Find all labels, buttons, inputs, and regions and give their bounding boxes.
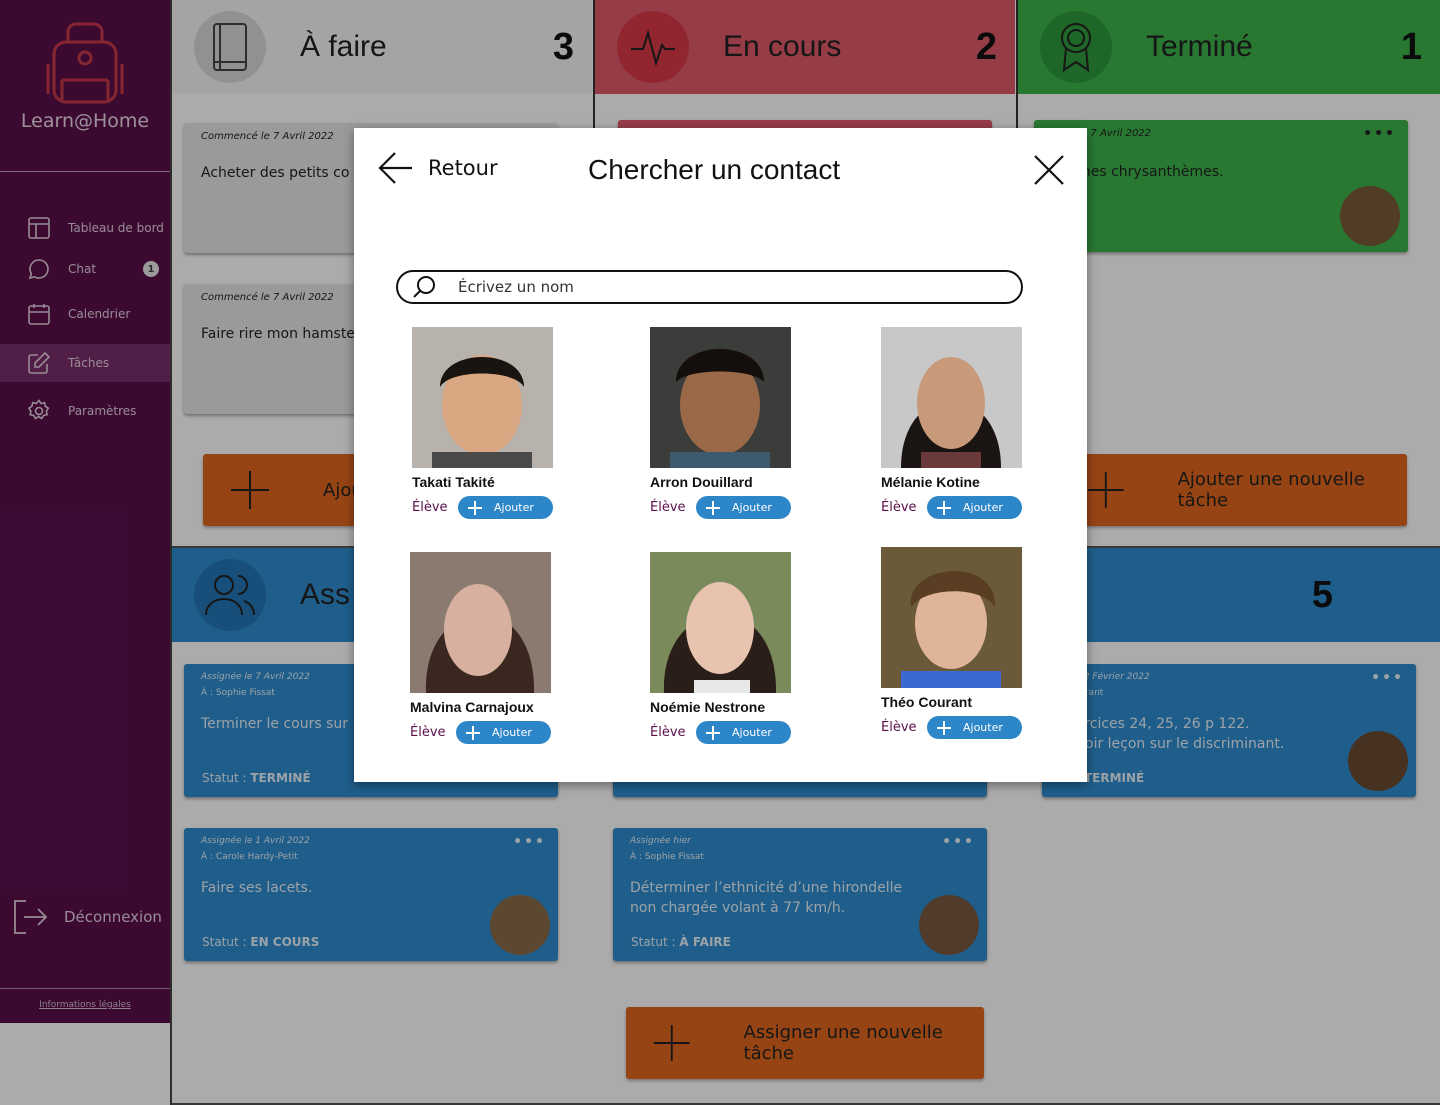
add-contact-button[interactable]: Ajouter	[927, 716, 1022, 739]
contact-card: Théo Courant Élève Ajouter	[881, 547, 1026, 739]
contact-card: Malvina Carnajoux Élève Ajouter	[410, 552, 555, 744]
add-contact-button[interactable]: Ajouter	[696, 721, 791, 744]
modal-title: Chercher un contact	[588, 154, 841, 185]
search-field[interactable]	[396, 270, 1023, 304]
contact-card: Takati Takité Élève Ajouter	[412, 327, 557, 519]
contact-role: Élève	[412, 500, 448, 515]
close-button[interactable]	[1033, 154, 1065, 190]
add-contact-button[interactable]: Ajouter	[696, 496, 791, 519]
plus-icon	[706, 500, 720, 515]
contact-name: Malvina Carnajoux	[410, 699, 534, 715]
contact-photo	[881, 327, 1022, 468]
contact-role: Élève	[881, 500, 917, 515]
contact-photo	[410, 552, 551, 693]
add-label: Ajouter	[494, 501, 534, 514]
contact-name: Théo Courant	[881, 694, 972, 710]
contact-name: Noémie Nestrone	[650, 699, 766, 715]
add-label: Ajouter	[963, 501, 1003, 514]
plus-icon	[466, 725, 480, 740]
add-contact-button[interactable]: Ajouter	[458, 496, 553, 519]
search-contact-modal: Retour Chercher un contact Takati Takité…	[354, 128, 1087, 782]
add-label: Ajouter	[732, 501, 772, 514]
add-label: Ajouter	[732, 726, 772, 739]
add-contact-button[interactable]: Ajouter	[927, 496, 1022, 519]
contact-photo	[650, 552, 791, 693]
add-contact-button[interactable]: Ajouter	[456, 721, 551, 744]
plus-icon	[937, 720, 951, 735]
contact-photo	[881, 547, 1022, 688]
contact-photo	[412, 327, 553, 468]
search-input[interactable]	[458, 278, 978, 296]
contact-name: Takati Takité	[412, 474, 495, 490]
contact-role: Élève	[410, 725, 446, 740]
contact-name: Mélanie Kotine	[881, 474, 980, 490]
plus-icon	[937, 500, 951, 515]
contact-card: Noémie Nestrone Élève Ajouter	[650, 552, 795, 744]
contact-role: Élève	[650, 500, 686, 515]
contact-name: Arron Douillard	[650, 474, 753, 490]
contact-role: Élève	[881, 720, 917, 735]
plus-icon	[706, 725, 720, 740]
back-label: Retour	[428, 156, 498, 180]
arrow-left-icon	[378, 152, 412, 184]
back-button[interactable]: Retour	[378, 150, 498, 186]
search-icon	[413, 276, 435, 298]
add-label: Ajouter	[963, 721, 1003, 734]
contact-card: Arron Douillard Élève Ajouter	[650, 327, 795, 519]
plus-icon	[468, 500, 482, 515]
contact-photo	[650, 327, 791, 468]
add-label: Ajouter	[492, 726, 532, 739]
close-icon	[1034, 155, 1064, 185]
contact-card: Mélanie Kotine Élève Ajouter	[881, 327, 1026, 519]
contact-role: Élève	[650, 725, 686, 740]
